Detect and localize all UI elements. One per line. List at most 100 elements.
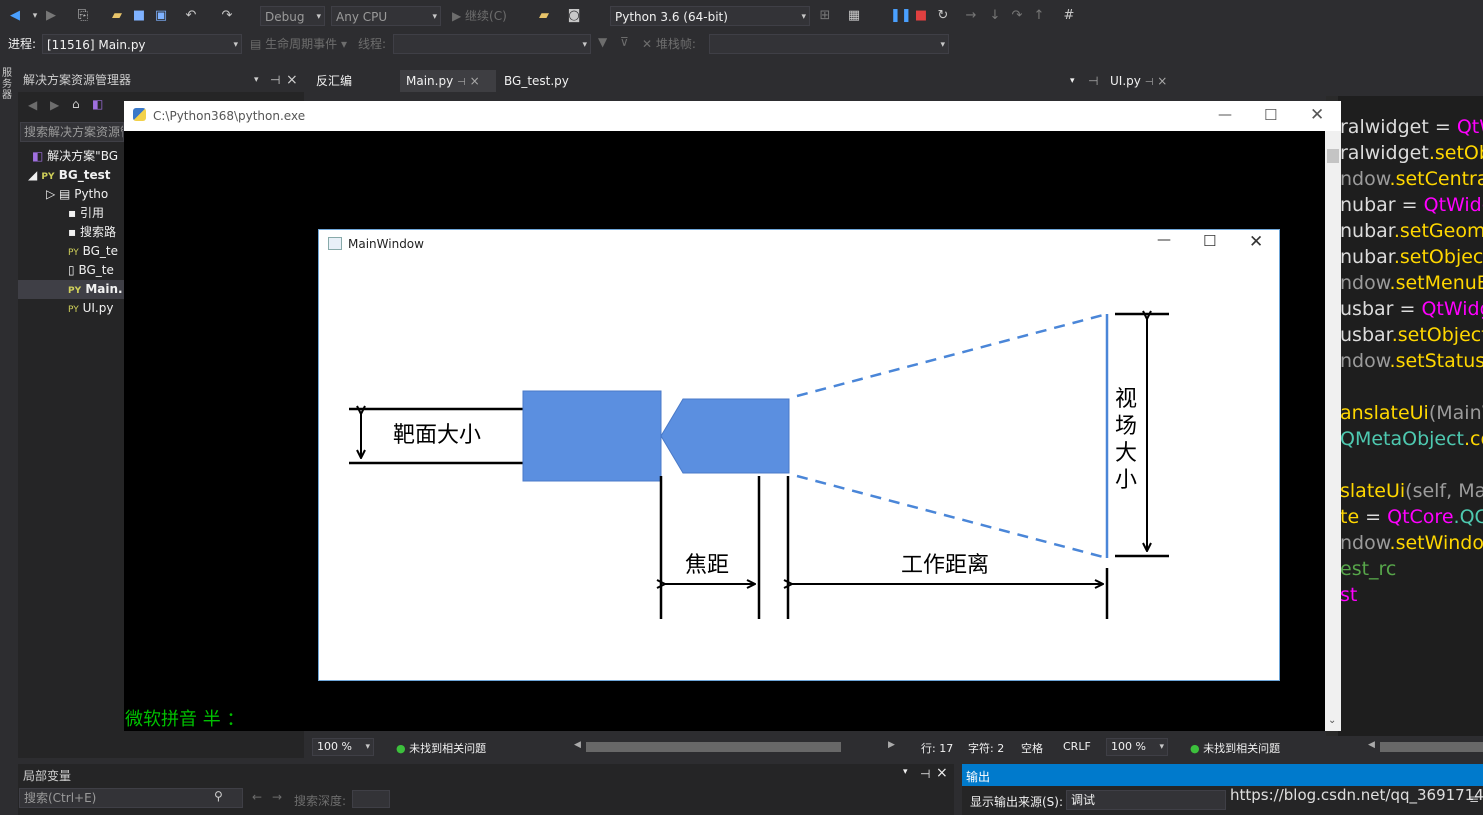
redo-icon[interactable]: ↷: [218, 6, 236, 26]
maximize-icon[interactable]: ☐: [1264, 101, 1277, 129]
horizontal-scrollbar-right[interactable]: [1380, 742, 1483, 752]
close-icon[interactable]: ×: [936, 765, 948, 781]
issues-indicator-left[interactable]: ● 未找到相关问题: [396, 740, 486, 756]
code-line[interactable]: ndow.setCentra: [1340, 166, 1483, 192]
code-line[interactable]: nubar.setObjectN: [1340, 244, 1483, 270]
stop-icon[interactable]: ■: [912, 6, 930, 26]
output-source-select[interactable]: 调试: [1066, 790, 1226, 810]
pin-icon[interactable]: ⊣: [270, 68, 280, 92]
close-icon[interactable]: ×: [1157, 74, 1167, 88]
filter-clear-icon[interactable]: ⊽: [620, 35, 629, 49]
code-line[interactable]: ralwidget.setOb: [1340, 140, 1483, 166]
process-select[interactable]: [11516] Main.py ▾: [42, 34, 242, 54]
horizontal-scrollbar-left[interactable]: [586, 742, 841, 752]
new-project-icon[interactable]: ⎘: [74, 6, 92, 26]
back-icon[interactable]: ◀: [6, 6, 24, 26]
code-line[interactable]: [1340, 452, 1483, 478]
stackframe-select[interactable]: ▾: [709, 34, 949, 54]
panel-menu-icon[interactable]: ▾: [903, 767, 908, 777]
tab-overflow-icon[interactable]: ▾: [1070, 70, 1075, 92]
undo-icon[interactable]: ↶: [182, 6, 200, 26]
code-line[interactable]: slateUi(self, Main: [1340, 478, 1483, 504]
filter-icon[interactable]: ▼: [598, 35, 607, 49]
code-line[interactable]: ralwidget = QtW: [1340, 114, 1483, 140]
chevron-down-icon[interactable]: ⌄: [1328, 715, 1336, 726]
search-depth-select[interactable]: [352, 790, 390, 808]
code-line[interactable]: te = QtCore.QCo: [1340, 504, 1483, 530]
locals-search-input[interactable]: 搜索(Ctrl+E): [19, 788, 243, 808]
restart-icon[interactable]: ↻: [934, 6, 952, 26]
scrollbar-thumb[interactable]: [1327, 149, 1339, 163]
scroll-left-icon[interactable]: ◀: [574, 740, 581, 750]
search-icon[interactable]: ⚲: [214, 789, 223, 803]
code-line[interactable]: anslateUi(MainW: [1340, 400, 1483, 426]
save-icon[interactable]: ■: [130, 6, 148, 26]
tree-item-project[interactable]: ◢ PY BG_test: [28, 166, 124, 185]
pin-icon[interactable]: ⊣: [1088, 70, 1098, 92]
back-icon[interactable]: ←: [252, 790, 262, 804]
code-line[interactable]: ndow.setStatusB: [1340, 348, 1483, 374]
layout-icon[interactable]: ▦: [845, 6, 863, 26]
code-line[interactable]: nubar = QtWidg: [1340, 192, 1483, 218]
tab-ui-py[interactable]: UI.py ⊣ ×: [1104, 70, 1188, 92]
issues-indicator-right[interactable]: ● 未找到相关问题: [1190, 740, 1280, 756]
forward-icon[interactable]: →: [272, 790, 282, 804]
panel-menu-icon[interactable]: ▾: [254, 68, 259, 92]
close-icon[interactable]: ✕: [1310, 101, 1324, 129]
server-explorer-side-tab[interactable]: 服务器: [0, 68, 14, 108]
continue-button[interactable]: ▶ 继续(C): [452, 6, 507, 26]
attach-icon[interactable]: ▰: [535, 6, 553, 26]
vs-icon[interactable]: ◧: [92, 97, 103, 111]
tree-item-python-env[interactable]: ▷ ▤ Pytho: [46, 185, 124, 204]
tree-item-file[interactable]: PY UI.py: [68, 299, 124, 318]
step-out-icon[interactable]: ↑: [1030, 6, 1048, 26]
scroll-left-icon[interactable]: ◀: [1368, 740, 1375, 750]
home-icon[interactable]: ⌂: [72, 97, 80, 111]
tab-bg-test-py[interactable]: BG_test.py: [504, 70, 569, 92]
solution-search-input[interactable]: 搜索解决方案资源管: [20, 122, 124, 142]
camera-icon[interactable]: ◙: [565, 6, 583, 26]
console-scrollbar[interactable]: ⌄: [1325, 131, 1341, 731]
pin-icon[interactable]: ⊣: [457, 77, 466, 88]
tree-item-file[interactable]: PY BG_te: [68, 242, 124, 261]
lifecycle-events-button[interactable]: ▤ 生命周期事件 ▾: [250, 35, 347, 53]
code-line[interactable]: ndow.setMenuB: [1340, 270, 1483, 296]
tree-item-file-selected[interactable]: PY Main.: [18, 280, 124, 299]
hex-icon[interactable]: #: [1060, 6, 1078, 26]
code-line[interactable]: usbar.setObjectN: [1340, 322, 1483, 348]
step-over-icon[interactable]: →: [962, 6, 980, 26]
forward-icon[interactable]: ▶: [50, 98, 59, 112]
pin-icon[interactable]: ⊣: [1145, 77, 1154, 88]
tree-item-search-paths[interactable]: ▪ 搜索路: [68, 223, 124, 242]
minimize-icon[interactable]: —: [1218, 101, 1232, 129]
pin-icon[interactable]: ⊣: [920, 767, 930, 781]
code-editor[interactable]: ralwidget = QtWralwidget.setObndow.setCe…: [1326, 96, 1483, 736]
tree-item-solution[interactable]: ◧ 解决方案"BG: [32, 147, 124, 166]
code-line[interactable]: nubar.setGeome: [1340, 218, 1483, 244]
pause-icon[interactable]: ❚❚: [890, 6, 912, 26]
tree-item-references[interactable]: ▪ 引用: [68, 204, 124, 223]
open-folder-icon[interactable]: ▰: [108, 6, 126, 26]
code-line[interactable]: usbar = QtWidg: [1340, 296, 1483, 322]
tab-disassembly[interactable]: 反汇编: [316, 70, 352, 92]
code-line[interactable]: QMetaObject.co: [1340, 426, 1483, 452]
interpreter-select[interactable]: Python 3.6 (64-bit) ▾: [610, 6, 810, 26]
zoom-select-right[interactable]: 100 % ▾: [1106, 738, 1168, 756]
code-line[interactable]: ndow.setWindow: [1340, 530, 1483, 556]
forward-icon[interactable]: ▶: [42, 6, 60, 26]
code-line[interactable]: est_rc: [1340, 556, 1483, 582]
tab-main-py[interactable]: Main.py ⊣ ×: [400, 70, 496, 92]
thread-select[interactable]: ▾: [393, 34, 591, 54]
code-line[interactable]: [1340, 374, 1483, 400]
close-icon[interactable]: ×: [286, 68, 298, 92]
save-all-icon[interactable]: ▣: [152, 6, 170, 26]
close-icon[interactable]: ×: [470, 74, 480, 88]
step-into-icon[interactable]: ↓: [986, 6, 1004, 26]
zoom-select-left[interactable]: 100 % ▾: [312, 738, 374, 756]
platform-select[interactable]: Any CPU ▾: [331, 6, 441, 26]
code-line[interactable]: st: [1340, 582, 1483, 608]
scroll-right-icon[interactable]: ▶: [888, 740, 895, 750]
tree-item-file[interactable]: ▯ BG_te: [68, 261, 124, 280]
grid-icon[interactable]: ⊞: [816, 6, 834, 26]
back-icon[interactable]: ◀: [28, 98, 37, 112]
